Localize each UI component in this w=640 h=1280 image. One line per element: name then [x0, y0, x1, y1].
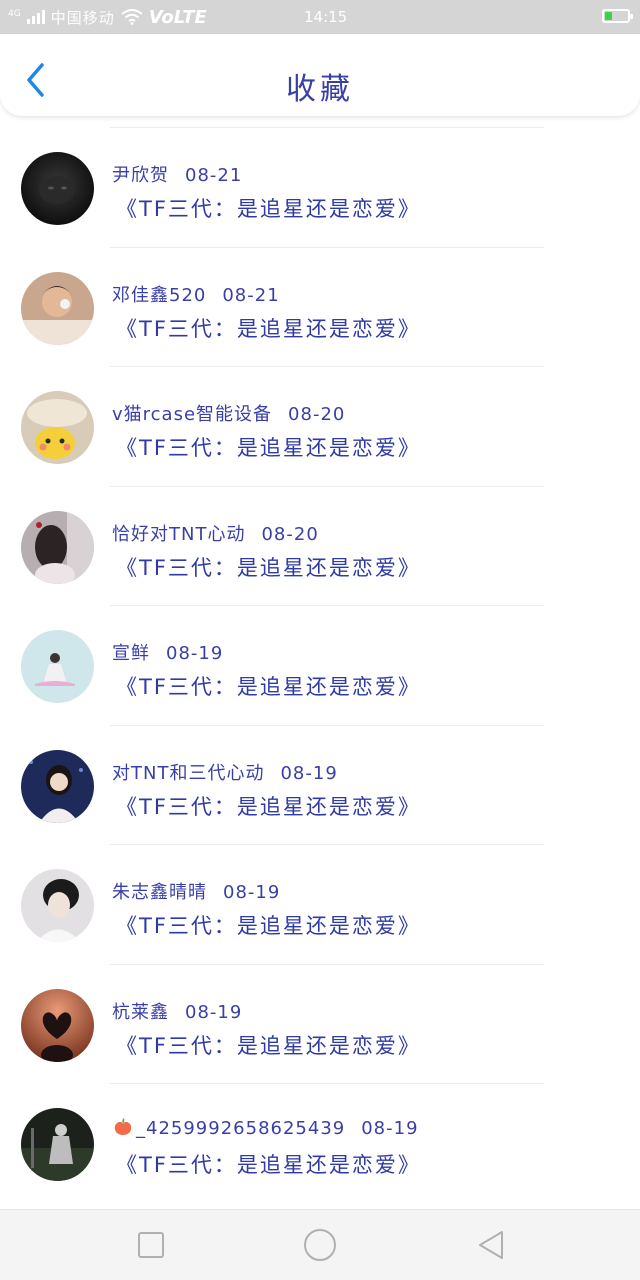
list-item[interactable]: v猫rcase智能设备 08-20 《TF三代：是追星还是恋爱》 [0, 366, 640, 486]
avatar[interactable] [21, 869, 94, 942]
favorites-list: 尹欣贺 08-21 《TF三代：是追星还是恋爱》 邓佳鑫520 08-21 《TF三… [0, 127, 640, 1203]
item-date: 08-20 [288, 404, 346, 425]
avatar[interactable] [21, 988, 94, 1062]
item-date: 08-21 [222, 284, 280, 306]
wifi-icon [121, 9, 143, 25]
status-bar: 4G 中国移动 VoLTE 14:15 [0, 0, 640, 34]
item-date: 08-21 [185, 165, 243, 186]
item-date: 08-19 [223, 882, 281, 903]
author-name[interactable]: v猫rcase智能设备 [112, 404, 272, 425]
carrier-name: 中国移动 [50, 8, 115, 27]
avatar[interactable] [21, 271, 94, 345]
triangle-back-icon[interactable] [474, 1228, 508, 1262]
article-title[interactable]: 《TF三代：是追星还是恋爱》 [116, 910, 421, 940]
article-title[interactable]: 《TF三代：是追星还是恋爱》 [116, 552, 421, 582]
battery-icon [602, 9, 633, 23]
header: 收藏 [0, 34, 640, 116]
item-meta: 宣鲜 08-19 [112, 639, 223, 665]
article-title[interactable]: 《TF三代：是追星还是恋爱》 [116, 671, 421, 701]
article-title[interactable]: 《TF三代：是追星还是恋爱》 [116, 1030, 421, 1060]
signal-icon [26, 10, 45, 24]
avatar[interactable] [21, 152, 94, 225]
item-date: 08-19 [185, 1001, 243, 1023]
list-item[interactable]: 尹欣贺 08-21 《TF三代：是追星还是恋爱》 [0, 127, 640, 247]
avatar[interactable] [21, 510, 94, 584]
author-name[interactable]: 邓佳鑫520 [112, 285, 206, 306]
list-item[interactable]: 朱志鑫晴晴 08-19 《TF三代：是追星还是恋爱》 [0, 844, 640, 964]
author-name[interactable]: _4259992658625439 [136, 1118, 345, 1139]
item-date: 08-20 [261, 523, 319, 545]
page-title: 收藏 [286, 72, 354, 107]
item-date: 08-19 [280, 762, 338, 784]
item-meta: v猫rcase智能设备 08-20 [112, 400, 345, 426]
article-title[interactable]: 《TF三代：是追星还是恋爱》 [116, 791, 421, 821]
list-item[interactable]: 对TNT和三代心动 08-19 《TF三代：是追星还是恋爱》 [0, 724, 640, 845]
author-name[interactable]: 尹欣贺 [112, 165, 169, 186]
item-meta: 朱志鑫晴晴 08-19 [112, 878, 280, 904]
item-meta: 杭莱鑫 08-19 [112, 998, 242, 1024]
network-type: 4G [8, 8, 21, 19]
list-item[interactable]: 邓佳鑫520 08-21 《TF三代：是追星还是恋爱》 [0, 246, 640, 367]
avatar[interactable] [21, 391, 94, 464]
author-name[interactable]: 朱志鑫晴晴 [112, 882, 207, 903]
volte-indicator: VoLTE [148, 6, 207, 28]
list-item[interactable]: _4259992658625439 08-19 《TF三代：是追星还是恋爱》 [0, 1083, 640, 1203]
article-title[interactable]: 《TF三代：是追星还是恋爱》 [116, 313, 421, 343]
author-name[interactable]: 对TNT和三代心动 [112, 763, 264, 784]
navigation-bar [0, 1209, 640, 1280]
avatar[interactable] [21, 630, 94, 703]
list-item[interactable]: 宣鲜 08-19 《TF三代：是追星还是恋爱》 [0, 605, 640, 725]
item-meta: 恰好对TNT心动 08-20 [112, 520, 319, 546]
article-title[interactable]: 《TF三代：是追星还是恋爱》 [116, 1149, 421, 1179]
item-date: 08-19 [361, 1118, 419, 1139]
avatar[interactable] [21, 749, 94, 823]
item-meta: 尹欣贺 08-21 [112, 161, 242, 187]
square-icon[interactable] [134, 1228, 168, 1262]
peach-icon [114, 1118, 132, 1135]
author-name[interactable]: 杭莱鑫 [112, 1002, 169, 1023]
clock: 14:15 [304, 8, 348, 26]
article-title[interactable]: 《TF三代：是追星还是恋爱》 [116, 193, 421, 223]
circle-icon[interactable] [303, 1228, 337, 1262]
list-item[interactable]: 恰好对TNT心动 08-20 《TF三代：是追星还是恋爱》 [0, 485, 640, 606]
item-meta: 邓佳鑫520 08-21 [112, 281, 280, 307]
list-item[interactable]: 杭莱鑫 08-19 《TF三代：是追星还是恋爱》 [0, 963, 640, 1084]
article-title[interactable]: 《TF三代：是追星还是恋爱》 [116, 432, 421, 462]
battery-level [605, 12, 612, 20]
avatar[interactable] [21, 1108, 94, 1181]
item-date: 08-19 [166, 643, 224, 664]
item-meta: 对TNT和三代心动 08-19 [112, 759, 338, 785]
author-name[interactable]: 恰好对TNT心动 [112, 524, 245, 545]
author-name[interactable]: 宣鲜 [112, 643, 150, 664]
item-meta: _4259992658625439 08-19 [112, 1117, 419, 1139]
